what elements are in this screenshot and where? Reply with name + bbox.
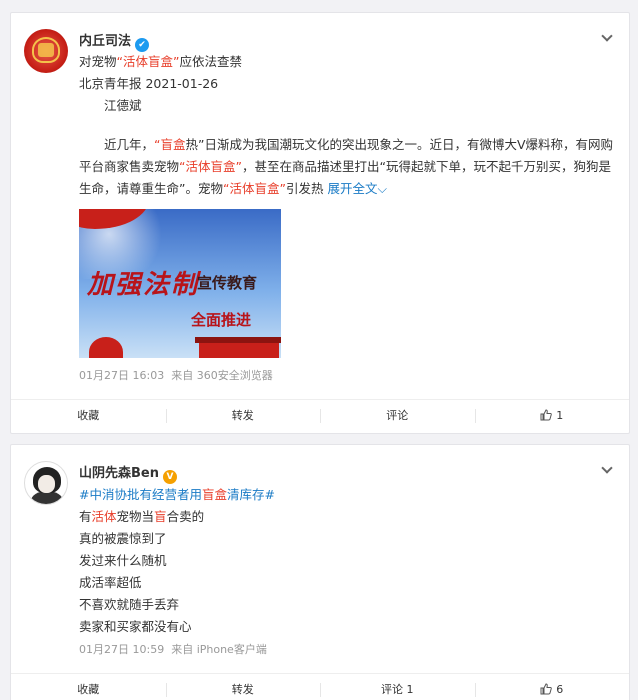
post-time[interactable]: 01月27日 16:03 — [79, 369, 164, 382]
like-button[interactable]: 1 — [474, 400, 630, 431]
like-button[interactable]: 6 — [474, 674, 630, 700]
chevron-down-icon[interactable] — [601, 462, 613, 474]
comment-button[interactable]: 评论 — [320, 400, 475, 431]
post-card: 内丘司法 ✔ 对宠物“活体盲盒”应依法查禁 北京青年报 2021-01-26 江德… — [10, 12, 630, 434]
collect-button[interactable]: 收藏 — [11, 674, 166, 700]
thumbs-up-icon — [540, 409, 553, 421]
post-card: 山阴先森Ben V #中消协批有经营者用盲盒清库存# 有活体宠物当盲合卖的 真的被… — [10, 444, 630, 700]
chevron-down-icon[interactable] — [601, 30, 613, 42]
post-client: 来自 360安全浏览器 — [171, 369, 273, 382]
action-bar: 收藏 转发 评论 1 6 — [11, 673, 629, 700]
username[interactable]: 内丘司法 ✔ — [79, 30, 150, 52]
comment-button[interactable]: 评论 1 — [320, 674, 475, 700]
forward-button[interactable]: 转发 — [165, 400, 321, 431]
post-meta: 01月27日 10:59 来自 iPhone客户端 — [79, 641, 267, 657]
hashtag-link[interactable]: #中消协批有经营者用盲盒清库存# — [79, 484, 275, 503]
username[interactable]: 山阴先森Ben V — [79, 462, 177, 484]
verified-icon: ✔ — [135, 38, 150, 52]
post-author: 江德斌 — [104, 98, 142, 113]
post-client: 来自 iPhone客户端 — [171, 643, 267, 656]
chevron-down-icon: ⌵ — [377, 181, 387, 196]
action-bar: 收藏 转发 评论 1 — [11, 399, 629, 431]
forward-button[interactable]: 转发 — [165, 674, 321, 700]
post-body: 近几年，“盲盒热”日渐成为我国潮玩文化的突出现象之一。近日，有微博大V爆料称，有… — [79, 137, 614, 196]
collect-button[interactable]: 收藏 — [11, 400, 166, 431]
post-title: 对宠物“活体盲盒”应依法查禁 — [79, 54, 242, 69]
post-time[interactable]: 01月27日 10:59 — [79, 643, 164, 656]
thumbs-up-icon — [540, 683, 553, 695]
post-source: 北京青年报 2021-01-26 — [79, 76, 219, 91]
post-image[interactable]: 加强法制 宣传教育 全面推进 — [79, 209, 281, 358]
avatar[interactable] — [24, 461, 68, 505]
avatar[interactable] — [24, 29, 68, 73]
expand-full-text-link[interactable]: 展开全文⌵ — [327, 181, 387, 196]
post-meta: 01月27日 16:03 来自 360安全浏览器 — [79, 367, 273, 383]
verified-icon: V — [162, 470, 177, 484]
